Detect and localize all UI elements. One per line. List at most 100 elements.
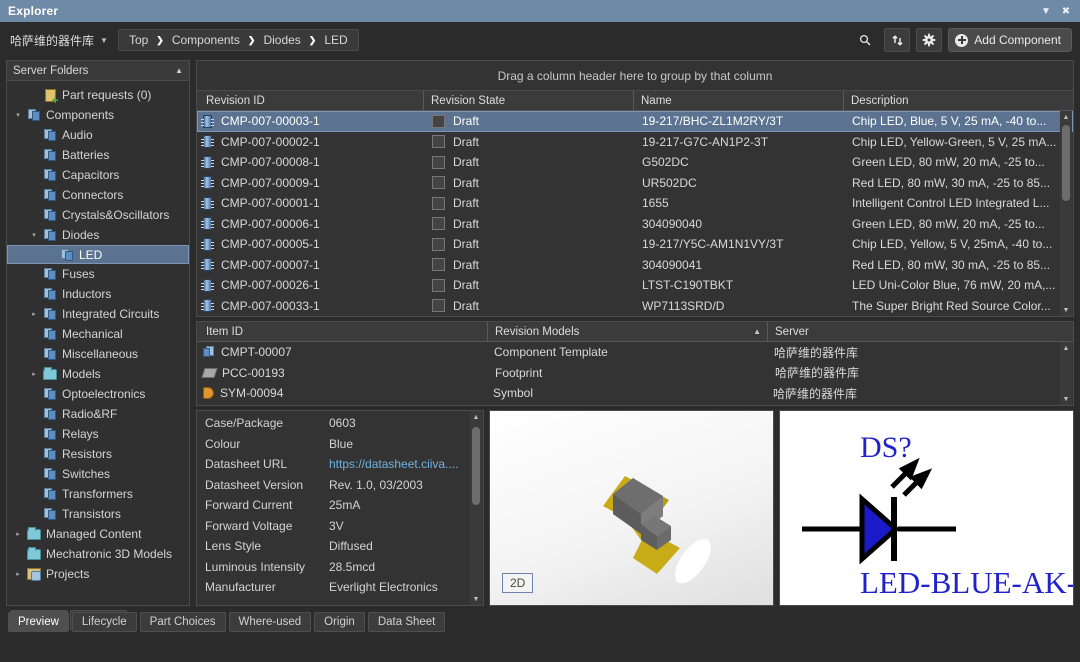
table-row[interactable]: CMP-007-00002-1 Draft 19-217-G7C-AN1P2-3T C… bbox=[197, 132, 1073, 153]
revision-models-scrollbar[interactable]: ▲ ▼ bbox=[1060, 342, 1072, 405]
parameter-row[interactable]: Manufacturer Everlight Electronics bbox=[197, 577, 483, 598]
symbol-preview-panel[interactable]: DS? LED-BLUE-AK-2 bbox=[779, 410, 1074, 606]
parameter-row[interactable]: Datasheet Version Rev. 1.0, 03/2003 bbox=[197, 475, 483, 496]
scroll-thumb[interactable] bbox=[1062, 125, 1070, 201]
sidebar-item-components[interactable]: ▾ Components bbox=[7, 105, 189, 125]
column-header-label: Server bbox=[775, 325, 809, 338]
components-grid-scrollbar[interactable]: ▲ ▼ bbox=[1060, 111, 1072, 316]
sidebar-item-inductors[interactable]: Inductors bbox=[7, 284, 189, 304]
parameters-scrollbar[interactable]: ▲ ▼ bbox=[470, 411, 482, 605]
revision-state-box bbox=[432, 217, 445, 231]
sidebar-item-miscellaneous[interactable]: Miscellaneous bbox=[7, 344, 189, 364]
add-component-button[interactable]: Add Component bbox=[948, 28, 1072, 52]
sidebar-item-batteries[interactable]: Batteries bbox=[7, 145, 189, 165]
scroll-up-icon[interactable]: ▲ bbox=[1060, 342, 1072, 354]
vault-selector[interactable]: 哈萨维的器件库 ▼ bbox=[10, 32, 108, 49]
sidebar-item-transistors[interactable]: Transistors bbox=[7, 504, 189, 524]
sidebar-item-mechanical[interactable]: Mechanical bbox=[7, 324, 189, 344]
table-row[interactable]: CMP-007-00001-1 Draft 1655 Intelligent Cont… bbox=[197, 193, 1073, 214]
parameter-row[interactable]: Luminous Intensity 28.5mcd bbox=[197, 557, 483, 578]
parameter-row[interactable]: Datasheet URL https://datasheet.ciiva.... bbox=[197, 454, 483, 475]
scroll-down-icon[interactable]: ▼ bbox=[1060, 393, 1072, 405]
sidebar-item-switches[interactable]: Switches bbox=[7, 464, 189, 484]
sidebar-item-fuses[interactable]: Fuses bbox=[7, 264, 189, 284]
tree-expander[interactable]: ▾ bbox=[11, 111, 25, 119]
cell-description: The Super Bright Red Source Color... bbox=[852, 298, 1051, 313]
sidebar-item-led[interactable]: LED bbox=[7, 245, 189, 264]
sidebar-item-models[interactable]: ▸ Models bbox=[7, 364, 189, 384]
sidebar-item-radio-rf[interactable]: Radio&RF bbox=[7, 404, 189, 424]
tab-where-used[interactable]: Where-used bbox=[228, 612, 312, 632]
table-row[interactable]: CMP-007-00026-1 Draft LTST-C190TBKT LED Uni… bbox=[197, 275, 1073, 296]
sidebar-item-relays[interactable]: Relays bbox=[7, 424, 189, 444]
sidebar-item-managed-content[interactable]: ▸ Managed Content bbox=[7, 524, 189, 544]
table-row[interactable]: CMP-007-00007-1 Draft 304090041 Red LED, 80… bbox=[197, 255, 1073, 276]
sidebar-item-connectors[interactable]: Connectors bbox=[7, 185, 189, 205]
column-header-name[interactable]: Name bbox=[633, 91, 843, 110]
tab-preview[interactable]: Preview bbox=[8, 612, 69, 632]
table-row[interactable]: CMP-007-00033-1 Draft WP7113SRD/D The Super… bbox=[197, 296, 1073, 317]
table-row[interactable]: CMP-007-00008-1 Draft G502DC Green LED, 80 … bbox=[197, 152, 1073, 173]
breadcrumb-item-diodes[interactable]: Diodes bbox=[263, 33, 300, 47]
table-row[interactable]: CMP-007-00003-1 Draft 19-217/BHC-ZL1M2RY/3… bbox=[197, 111, 1073, 132]
revision-state-box bbox=[432, 135, 445, 149]
sidebar-item-resistors[interactable]: Resistors bbox=[7, 444, 189, 464]
table-row[interactable]: CMP-007-00009-1 Draft UR502DC Red LED, 80 m… bbox=[197, 173, 1073, 194]
column-header-revision-models[interactable]: Revision Models ▲ bbox=[487, 322, 767, 341]
parameter-value[interactable]: https://datasheet.ciiva.... bbox=[329, 457, 464, 471]
tree-expander[interactable]: ▸ bbox=[27, 370, 41, 378]
tab-data-sheet[interactable]: Data Sheet bbox=[367, 612, 446, 632]
sidebar-item-diodes[interactable]: ▾ Diodes bbox=[7, 225, 189, 245]
parameter-row[interactable]: Lens Style Diffused bbox=[197, 536, 483, 557]
sidebar-item-transformers[interactable]: Transformers bbox=[7, 484, 189, 504]
tree-expander[interactable]: ▸ bbox=[27, 310, 41, 318]
scroll-up-icon[interactable]: ▲ bbox=[470, 411, 482, 423]
table-row[interactable]: CMP-007-00006-1 Draft 304090040 Green LED, … bbox=[197, 214, 1073, 235]
tree-expander[interactable]: ▸ bbox=[11, 530, 25, 538]
breadcrumb-item-led[interactable]: LED bbox=[324, 33, 347, 47]
column-header-server[interactable]: Server bbox=[767, 322, 1057, 341]
cell-revision-id: CMP-007-00003-1 bbox=[221, 114, 320, 129]
tab-origin[interactable]: Origin bbox=[314, 612, 365, 632]
sidebar-item-part-requests-0[interactable]: Part requests (0) bbox=[7, 85, 189, 106]
chevron-up-icon[interactable]: ▲ bbox=[175, 66, 183, 75]
settings-button[interactable] bbox=[916, 28, 943, 52]
list-item[interactable]: CMPT-00007 Component Template 哈萨维的器件库 bbox=[197, 342, 1073, 363]
sidebar-item-optoelectronics[interactable]: Optoelectronics bbox=[7, 384, 189, 404]
parameter-row[interactable]: Forward Current 25mA bbox=[197, 495, 483, 516]
column-header-revision-state[interactable]: Revision State bbox=[423, 91, 633, 110]
table-row[interactable]: CMP-007-00005-1 Draft 19-217/Y5C-AM1N1VY/3… bbox=[197, 234, 1073, 255]
scroll-thumb[interactable] bbox=[472, 427, 480, 505]
search-button[interactable] bbox=[852, 28, 878, 52]
column-header-item-id[interactable]: Item ID bbox=[197, 322, 487, 341]
parameter-row[interactable]: Forward Voltage 3V bbox=[197, 516, 483, 537]
tab-part-choices[interactable]: Part Choices bbox=[139, 612, 226, 632]
sidebar-item-capacitors[interactable]: Capacitors bbox=[7, 165, 189, 185]
tab-lifecycle[interactable]: Lifecycle bbox=[71, 612, 137, 632]
scroll-up-icon[interactable]: ▲ bbox=[1060, 111, 1072, 123]
minimize-to-panel-icon[interactable]: ▼ bbox=[1037, 2, 1055, 20]
sidebar-item-integrated-circuits[interactable]: ▸ Integrated Circuits bbox=[7, 304, 189, 324]
view-mode-badge[interactable]: 2D bbox=[502, 573, 534, 593]
sidebar-item-crystals-oscillators[interactable]: Crystals&Oscillators bbox=[7, 205, 189, 225]
scroll-down-icon[interactable]: ▼ bbox=[1060, 304, 1072, 316]
refresh-button[interactable] bbox=[884, 28, 911, 52]
footprint-preview-panel[interactable]: 2D bbox=[489, 410, 774, 606]
scroll-down-icon[interactable]: ▼ bbox=[470, 593, 482, 605]
tree-expander[interactable]: ▾ bbox=[27, 231, 41, 239]
sidebar-item-audio[interactable]: Audio bbox=[7, 125, 189, 145]
list-item[interactable]: SYM-00094 Symbol 哈萨维的器件库 bbox=[197, 383, 1073, 404]
group-by-dropzone[interactable]: Drag a column header here to group by th… bbox=[197, 61, 1073, 91]
parameter-row[interactable]: Colour Blue bbox=[197, 434, 483, 455]
sidebar-item-projects[interactable]: ▸ Projects bbox=[7, 564, 189, 584]
tree-expander[interactable]: ▸ bbox=[11, 570, 25, 578]
components-icon bbox=[43, 149, 57, 161]
close-icon[interactable]: ✖ bbox=[1057, 2, 1075, 20]
parameter-row[interactable]: Case/Package 0603 bbox=[197, 413, 483, 434]
breadcrumb-item-components[interactable]: Components bbox=[172, 33, 240, 47]
sidebar-item-mechatronic-3d-models[interactable]: Mechatronic 3D Models bbox=[7, 544, 189, 564]
column-header-revision-id[interactable]: Revision ID bbox=[197, 91, 423, 110]
column-header-description[interactable]: Description bbox=[843, 91, 1063, 110]
breadcrumb-item-top[interactable]: Top bbox=[129, 33, 148, 47]
list-item[interactable]: PCC-00193 Footprint 哈萨维的器件库 bbox=[197, 363, 1073, 384]
